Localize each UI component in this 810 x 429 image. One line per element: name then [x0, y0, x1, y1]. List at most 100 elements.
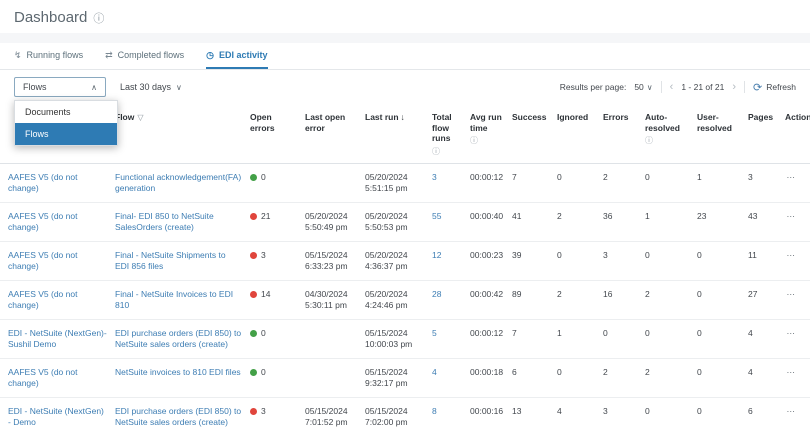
column-header-last_run[interactable]: Last run↓: [365, 112, 432, 123]
info-icon[interactable]: ⓘ: [470, 136, 504, 146]
open-errors-cell: 3: [250, 250, 305, 261]
total-flow-runs-link[interactable]: 8: [432, 406, 470, 417]
ignored-cell: 2: [557, 211, 603, 222]
open-errors-count: 0: [261, 367, 266, 378]
tab-label: Running flows: [27, 50, 84, 60]
tab-edi-activity[interactable]: ◷ EDI activity: [206, 43, 267, 69]
column-header-flow: Flow▽: [115, 112, 250, 123]
completed-flows-icon: ⇄: [105, 50, 113, 61]
date-line: 05/20/2024: [365, 289, 424, 300]
refresh-icon: ⟳: [753, 81, 762, 94]
table-row: AAFES V5 (do not change)Final - NetSuite…: [0, 242, 810, 281]
column-label: Open errors: [250, 112, 275, 133]
ignored-cell: 4: [557, 406, 603, 417]
flow-link[interactable]: EDI purchase orders (EDI 850) to NetSuit…: [115, 328, 250, 350]
date-range-dropdown[interactable]: Last 30 days ∨: [118, 78, 184, 96]
table-row: AAFES V5 (do not change)Functional ackno…: [0, 164, 810, 203]
integration-link[interactable]: EDI - NetSuite (NextGen) - Demo: [8, 406, 115, 428]
refresh-button[interactable]: ⟳ Refresh: [753, 81, 796, 94]
flow-link[interactable]: EDI purchase orders (EDI 850) to NetSuit…: [115, 406, 250, 428]
pages-cell: 4: [748, 367, 785, 378]
integration-link[interactable]: AAFES V5 (do not change): [8, 211, 115, 233]
avg-run-time-cell: 00:00:23: [470, 250, 512, 261]
flow-link[interactable]: Final - NetSuite Shipments to EDI 856 fi…: [115, 250, 250, 272]
prev-page-button[interactable]: ‹: [670, 81, 674, 93]
row-actions-button[interactable]: ⋯: [785, 211, 796, 222]
errors-cell: 36: [603, 211, 645, 222]
pagination-bar: Results per page: 50 ∨ ‹ 1 - 21 of 21 › …: [560, 81, 796, 94]
next-page-button[interactable]: ›: [732, 81, 736, 93]
date-line: 4:24:46 pm: [365, 300, 424, 311]
last-open-error-cell: 04/30/20245:30:11 pm: [305, 289, 365, 311]
dashboard-page: Dashboard ⓘ ↯ Running flows ⇄ Completed …: [0, 0, 810, 429]
total-flow-runs-link[interactable]: 55: [432, 211, 470, 222]
date-line: 5:50:53 pm: [365, 222, 424, 233]
last-open-error-cell: 05/15/20247:01:52 pm: [305, 406, 365, 428]
results-per-page-select[interactable]: 50 ∨: [634, 82, 652, 92]
sort-desc-icon[interactable]: ↓: [401, 112, 405, 122]
success-cell: 39: [512, 250, 557, 261]
column-header-errors: Errors: [603, 112, 645, 123]
row-actions-button[interactable]: ⋯: [785, 367, 796, 378]
total-flow-runs-link[interactable]: 5: [432, 328, 470, 339]
success-cell: 13: [512, 406, 557, 417]
tab-label: EDI activity: [219, 50, 268, 60]
row-actions-button[interactable]: ⋯: [785, 172, 796, 183]
integration-link[interactable]: AAFES V5 (do not change): [8, 367, 115, 389]
integration-link[interactable]: AAFES V5 (do not change): [8, 289, 115, 311]
flow-link[interactable]: Final- EDI 850 to NetSuite SalesOrders (…: [115, 211, 250, 233]
page-info-icon[interactable]: ⓘ: [93, 10, 104, 26]
table-row: EDI - NetSuite (NextGen) - DemoEDI purch…: [0, 398, 810, 429]
row-actions-button[interactable]: ⋯: [785, 250, 796, 261]
page-title: Dashboard: [14, 9, 87, 26]
status-dot-icon: [250, 291, 257, 298]
integration-link[interactable]: AAFES V5 (do not change): [8, 172, 115, 194]
chevron-down-icon: ∨: [647, 83, 653, 92]
column-label: Success: [512, 112, 547, 122]
total-flow-runs-link[interactable]: 4: [432, 367, 470, 378]
row-actions-button[interactable]: ⋯: [785, 406, 796, 417]
integration-link[interactable]: AAFES V5 (do not change): [8, 250, 115, 272]
tab-completed-flows[interactable]: ⇄ Completed flows: [105, 43, 184, 69]
column-label: User-resolved: [697, 112, 732, 133]
total-flow-runs-link[interactable]: 3: [432, 172, 470, 183]
auto-resolved-cell: 0: [645, 250, 697, 261]
flow-link[interactable]: Functional acknowledgement(FA) generatio…: [115, 172, 250, 194]
avg-run-time-cell: 00:00:42: [470, 289, 512, 300]
pages-cell: 27: [748, 289, 785, 300]
flow-link[interactable]: NetSuite invoices to 810 EDI files: [115, 367, 250, 378]
avg-run-time-cell: 00:00:12: [470, 172, 512, 183]
user-resolved-cell: 1: [697, 172, 748, 183]
row-actions-button[interactable]: ⋯: [785, 289, 796, 300]
column-header-pages: Pages: [748, 112, 785, 123]
info-icon[interactable]: ⓘ: [432, 147, 462, 157]
total-flow-runs-link[interactable]: 28: [432, 289, 470, 300]
menu-item-flows[interactable]: Flows: [15, 123, 117, 145]
column-label: Total flow runs: [432, 112, 452, 143]
column-label: Errors: [603, 112, 629, 122]
flow-link[interactable]: Final - NetSuite Invoices to EDI 810: [115, 289, 250, 311]
menu-item-documents[interactable]: Documents: [15, 101, 117, 123]
filter-icon[interactable]: ▽: [137, 113, 143, 122]
total-flow-runs-link[interactable]: 12: [432, 250, 470, 261]
last-open-error-cell: 05/15/20246:33:23 pm: [305, 250, 365, 272]
refresh-label: Refresh: [766, 82, 796, 92]
integration-link[interactable]: EDI - NetSuite (NextGen)- Sushil Demo: [8, 328, 115, 350]
column-header-user_resolved: User-resolved: [697, 112, 748, 133]
date-line: 5:30:11 pm: [305, 300, 357, 311]
ignored-cell: 2: [557, 289, 603, 300]
date-line: 05/15/2024: [365, 367, 424, 378]
date-line: 05/20/2024: [305, 211, 357, 222]
record-type-dropdown[interactable]: Flows ∧: [14, 77, 106, 97]
avg-run-time-cell: 00:00:12: [470, 328, 512, 339]
page-background-band: [0, 33, 810, 43]
info-icon[interactable]: ⓘ: [645, 136, 689, 146]
filter-bar: Flows ∧ Documents Flows Last 30 days ∨ R…: [0, 70, 810, 104]
column-header-last_open_error: Last open error: [305, 112, 365, 133]
tab-bar: ↯ Running flows ⇄ Completed flows ◷ EDI …: [0, 43, 810, 70]
row-actions-button[interactable]: ⋯: [785, 328, 796, 339]
tab-running-flows[interactable]: ↯ Running flows: [14, 43, 83, 69]
column-header-auto_resolved: Auto-resolvedⓘ: [645, 112, 697, 146]
pages-cell: 6: [748, 406, 785, 417]
status-dot-icon: [250, 408, 257, 415]
